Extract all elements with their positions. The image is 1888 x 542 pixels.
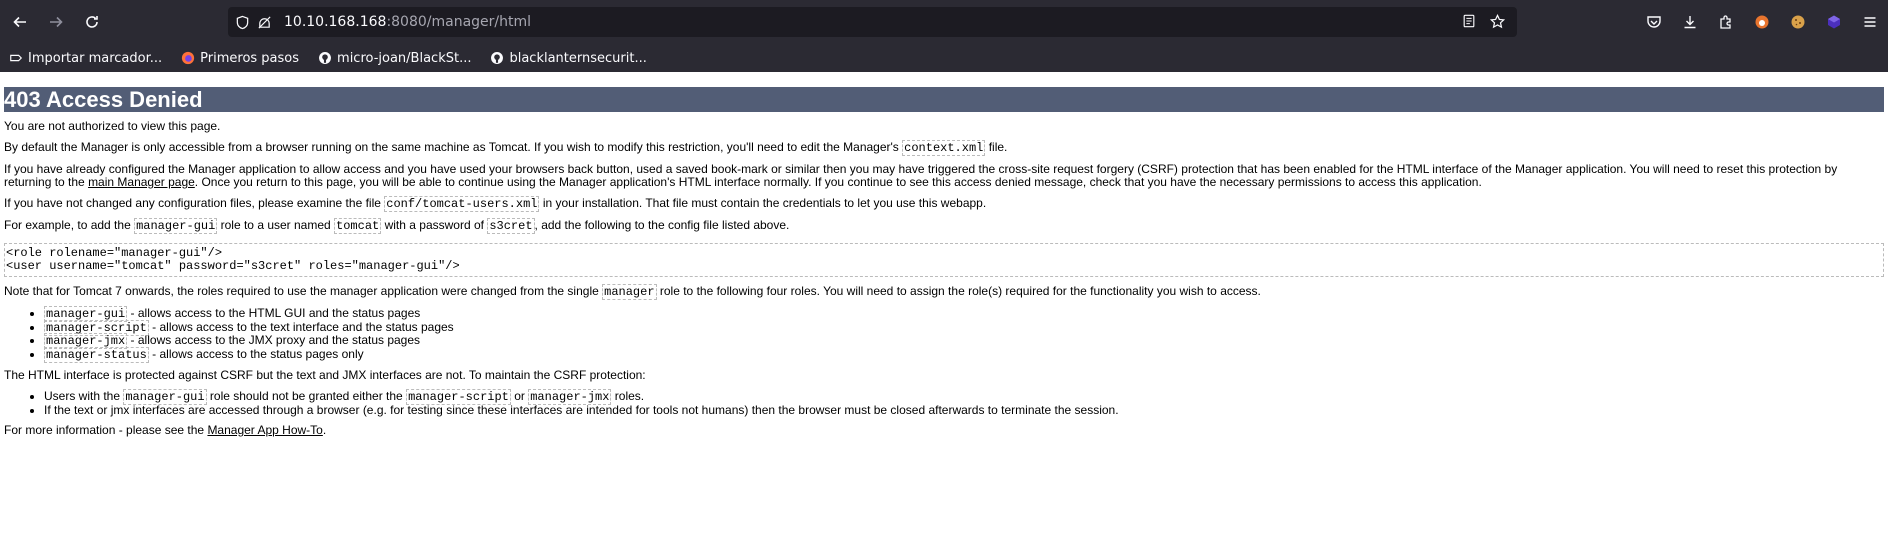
extensions-button[interactable] [1708,4,1744,40]
code-context-xml: context.xml [902,140,986,156]
url-bar[interactable]: 10.10.168.168:8080/manager/html [228,7,1517,37]
roles-list: manager-gui - allows access to the HTML … [4,306,1884,363]
downloads-button[interactable] [1672,4,1708,40]
bookmark-import[interactable]: Importar marcador... [8,50,162,66]
reload-icon [86,16,98,28]
bookmarks-toolbar: Importar marcador... Primeros pasos micr… [0,44,1888,72]
app-menu-button[interactable] [1852,4,1888,40]
list-item: manager-script - allows access to the te… [44,319,1884,336]
bookmark-micro-joan[interactable]: micro-joan/BlackSt... [317,50,471,66]
cookie-icon [1791,15,1805,29]
reader-view-icon[interactable] [1462,14,1476,34]
paragraph-not-authorized: You are not authorized to view this page… [4,119,221,133]
fox-extension-icon [1755,15,1769,29]
cube-extension-icon [1828,15,1840,29]
pocket-icon [1647,16,1661,28]
page-title: 403 Access Denied [4,87,1884,112]
puzzle-icon [1720,15,1731,29]
browser-chrome: 10.10.168.168:8080/manager/html Importar… [0,0,1888,72]
paragraph-example: For example, to add the manager-gui role… [4,218,790,234]
csrf-list: Users with the manager-gui role should n… [4,389,1884,417]
paragraph-more-info: For more information - please see the Ma… [4,423,327,437]
foxyproxy-extension-button[interactable] [1744,4,1780,40]
forward-button[interactable] [38,4,74,40]
code-tomcat: tomcat [334,218,382,234]
list-item: If the text or jmx interfaces are access… [44,403,1884,417]
import-icon [8,50,24,66]
bookmark-primeros-pasos[interactable]: Primeros pasos [180,50,299,66]
manager-app-howto-link[interactable]: Manager App How-To [207,423,322,437]
config-example-block: <role rolename="manager-gui"/> <user use… [4,243,1884,277]
wappalyzer-extension-button[interactable] [1816,4,1852,40]
list-item: Users with the manager-gui role should n… [44,389,1884,405]
toolbar-right [1636,4,1888,40]
pocket-button[interactable] [1636,4,1672,40]
code-tomcat-users-xml: conf/tomcat-users.xml [384,196,540,212]
connection-info-icon[interactable] [256,14,272,30]
page-content: 403 Access Denied You are not authorized… [0,87,1888,437]
forward-arrow-icon [50,16,63,28]
paragraph-config-files: If you have not changed any configuratio… [4,196,987,212]
reload-button[interactable] [74,4,110,40]
browser-toolbar: 10.10.168.168:8080/manager/html [0,0,1888,44]
bookmark-blacklantern[interactable]: blacklanternsecurit... [489,50,647,66]
code-manager: manager [602,284,657,300]
paragraph-csrf-protection: The HTML interface is protected against … [4,368,646,382]
back-arrow-icon [13,16,26,28]
github-icon [489,50,505,66]
main-manager-page-link[interactable]: main Manager page [88,175,195,189]
download-icon [1684,16,1696,29]
paragraph-tomcat7-roles: Note that for Tomcat 7 onwards, the role… [4,284,1261,300]
hamburger-menu-icon [1864,17,1876,27]
code-s3cret: s3cret [487,218,535,234]
tracking-shield-icon[interactable] [234,14,250,30]
cookie-extension-button[interactable] [1780,4,1816,40]
paragraph-default-access: By default the Manager is only accessibl… [4,140,1008,156]
code-manager-gui: manager-gui [134,218,218,234]
github-icon [317,50,333,66]
config-line-user: <user username="tomcat" password="s3cret… [6,259,460,273]
config-line-role: <role rolename="manager-gui"/> [6,246,223,260]
back-button[interactable] [2,4,38,40]
paragraph-csrf-explanation: If you have already configured the Manag… [4,162,1838,189]
firefox-icon [180,50,196,66]
list-item: manager-gui - allows access to the HTML … [44,306,1884,322]
list-item: manager-jmx - allows access to the JMX p… [44,333,1884,349]
list-item: manager-status - allows access to the st… [44,346,1884,363]
url-text[interactable]: 10.10.168.168:8080/manager/html [284,14,531,30]
bookmark-star-icon[interactable] [1489,13,1506,34]
